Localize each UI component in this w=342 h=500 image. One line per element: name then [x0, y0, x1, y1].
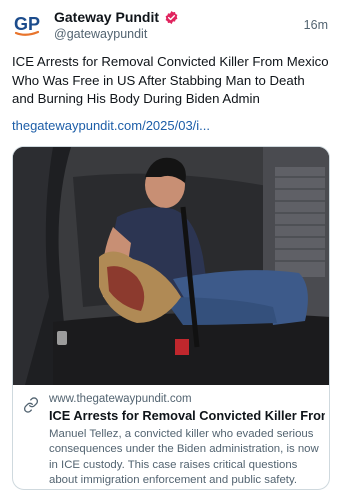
- card-domain: www.thegatewaypundit.com: [49, 393, 192, 405]
- avatar[interactable]: GP: [12, 8, 44, 40]
- link-preview-card[interactable]: www.thegatewaypundit.com ICE Arrests for…: [12, 146, 330, 490]
- post[interactable]: GP Gateway Pundit @gatewaypundit 16m ICE…: [0, 0, 342, 500]
- post-link[interactable]: thegatewaypundit.com/2025/03/i...: [12, 118, 210, 133]
- card-image[interactable]: [13, 147, 329, 385]
- card-title[interactable]: ICE Arrests for Removal Convicted Killer…: [49, 408, 325, 423]
- card-description: Manuel Tellez, a convicted killer who ev…: [49, 428, 319, 486]
- svg-text:GP: GP: [14, 14, 40, 34]
- author-info: Gateway Pundit @gatewaypundit: [54, 8, 179, 41]
- link-icon: [23, 397, 39, 413]
- timestamp[interactable]: 16m: [304, 18, 328, 32]
- gp-logo-icon: GP: [14, 14, 40, 36]
- display-name[interactable]: Gateway Pundit: [54, 9, 159, 25]
- handle[interactable]: @gatewaypundit: [54, 27, 179, 41]
- verified-badge-icon: [164, 10, 179, 25]
- post-text: ICE Arrests for Removal Convicted Killer…: [12, 54, 329, 106]
- photo-police-car-backseat: [13, 147, 329, 385]
- post-header: GP Gateway Pundit @gatewaypundit 16m: [12, 8, 330, 44]
- card-meta: www.thegatewaypundit.com ICE Arrests for…: [13, 385, 329, 489]
